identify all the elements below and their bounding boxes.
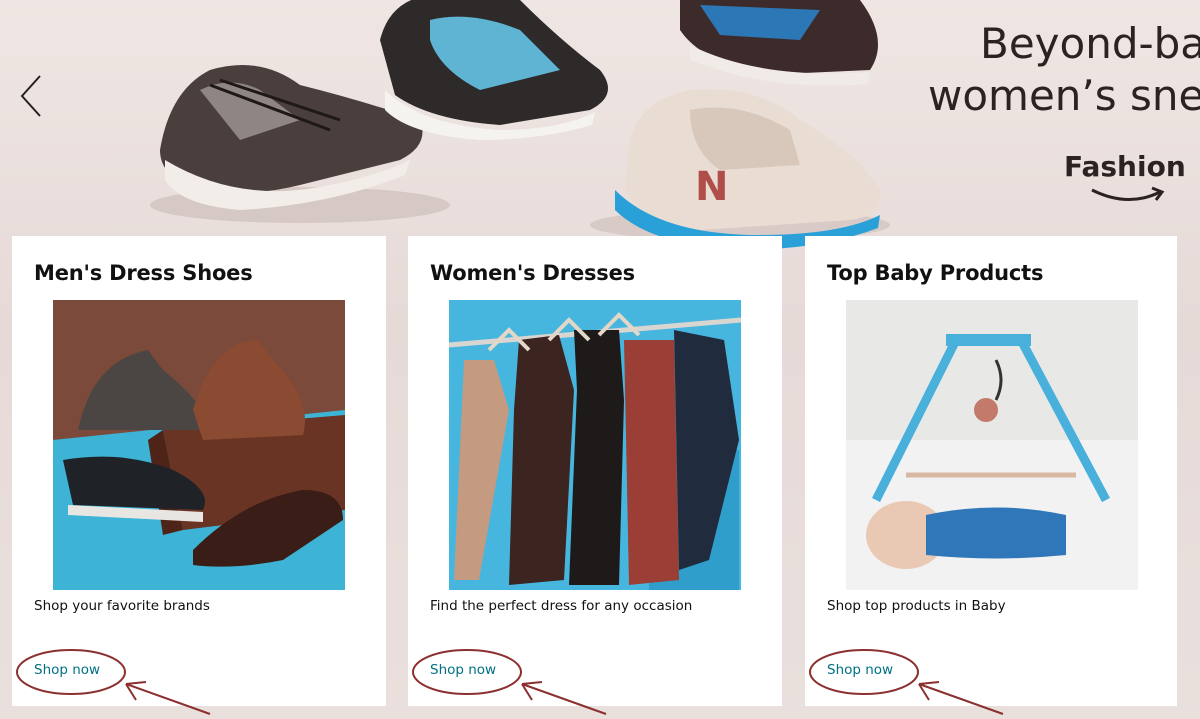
card-image-mens-shoes[interactable] [53, 300, 345, 590]
card-subtitle: Find the perfect dress for any occasion [430, 598, 693, 614]
card-title: Women's Dresses [430, 261, 635, 285]
hero-brand-label: Fashion [1064, 150, 1186, 183]
dresses-image [449, 300, 741, 590]
brand-smile-icon [1091, 186, 1165, 202]
category-card-top-baby-products: Top Baby Products Shop top products in B… [805, 236, 1177, 715]
hero-headline: Beyond-ba women’s sne [928, 18, 1200, 122]
annotation-circle-arrow [16, 649, 211, 715]
shop-now-link[interactable]: Shop now [430, 662, 496, 678]
carousel-previous-icon[interactable] [14, 70, 50, 122]
card-image-baby-products[interactable] [846, 300, 1138, 590]
baby-gym-image [846, 300, 1138, 590]
svg-text:N: N [695, 164, 728, 210]
category-card-womens-dresses: Women's Dresses Find the perfect dress f… [408, 236, 782, 715]
shop-now-link[interactable]: Shop now [34, 662, 100, 678]
hero-headline-line2: women’s sne [928, 71, 1200, 120]
card-subtitle: Shop your favorite brands [34, 598, 210, 614]
card-title: Top Baby Products [827, 261, 1044, 285]
mens-shoes-image [53, 300, 345, 590]
card-title: Men's Dress Shoes [34, 261, 253, 285]
hero-headline-line1: Beyond-ba [980, 19, 1200, 68]
card-image-womens-dresses[interactable] [449, 300, 741, 590]
annotation-circle-arrow [809, 649, 1004, 715]
shop-now-link[interactable]: Shop now [827, 662, 893, 678]
annotation-circle-arrow [412, 649, 607, 715]
card-subtitle: Shop top products in Baby [827, 598, 1006, 614]
category-card-mens-dress-shoes: Men's Dress Shoes Shop your favorite bra… [12, 236, 386, 715]
